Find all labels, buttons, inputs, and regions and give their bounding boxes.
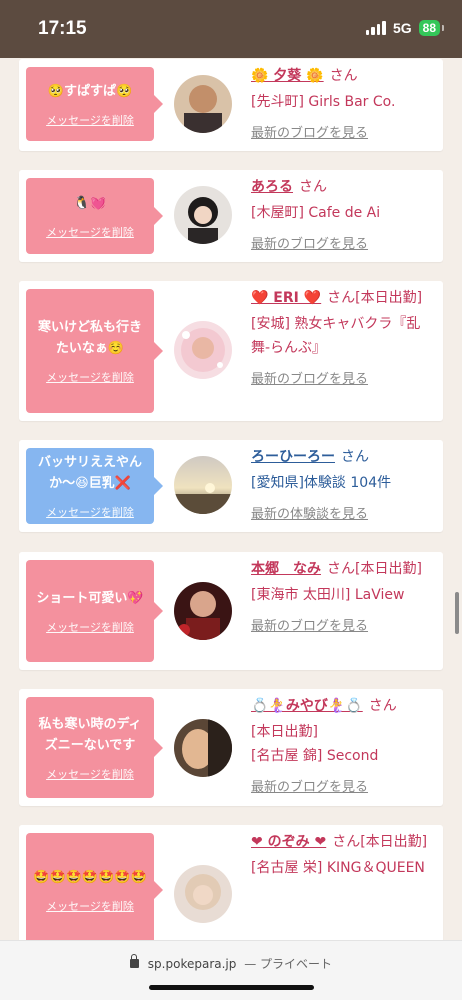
profile-name[interactable]: 💍🧜‍♀️みやび🧜‍♀️💍 xyxy=(251,698,363,714)
message-bubble: 🤩🤩🤩🤩🤩🤩🤩 メッセージを削除 xyxy=(26,833,163,940)
message-text: 寒いけど私も行きたいなぁ☺️ xyxy=(37,320,142,356)
profile-info: ❤ のぞみ ❤ さん[本日出勤] [名古屋 栄] KING＆QUEEN xyxy=(251,829,437,880)
profile-name[interactable]: ❤ のぞみ ❤ xyxy=(251,834,326,850)
message-card: ショート可愛い💖 メッセージを削除 本郷 なみ さん[本日出勤] [東海市 太田川… xyxy=(19,552,443,670)
message-card: 寒いけど私も行きたいなぁ☺️ メッセージを削除 ❤️ ERI ❤️ さん[本日出勤… xyxy=(19,281,443,421)
latest-blog-link[interactable]: 最新のブログを見る xyxy=(251,122,368,141)
profile-name[interactable]: 🌼 夕葵 🌼 xyxy=(251,68,324,84)
shop-name[interactable]: [東海市 太田川] LaView xyxy=(251,583,437,607)
latest-blog-link[interactable]: 最新のブログを見る xyxy=(251,776,368,795)
browser-url-bar[interactable]: sp.pokepara.jp — プライベート xyxy=(0,940,462,1000)
delete-message-link[interactable]: メッセージを削除 xyxy=(46,898,134,914)
message-bubble: 寒いけど私も行きたいなぁ☺️ メッセージを削除 xyxy=(26,289,163,413)
message-card: 🐧💓 メッセージを削除 あろる さん [木屋町] Cafe de Ai 最新のブロ… xyxy=(19,170,443,262)
message-bubble: ショート可愛い💖 メッセージを削除 xyxy=(26,560,163,662)
private-mode-label: — プライベート xyxy=(244,957,333,971)
message-bubble: 🐧💓 メッセージを削除 xyxy=(26,178,163,254)
delete-message-link[interactable]: メッセージを削除 xyxy=(46,504,134,520)
delete-message-link[interactable]: メッセージを削除 xyxy=(46,112,134,128)
message-text: バッサリええやんか〜😆巨乳❌ xyxy=(37,455,142,491)
profile-info: ❤️ ERI ❤️ さん[本日出勤] [安城] 熟女キャバクラ『乱舞-らんぶ』 最… xyxy=(251,285,437,387)
message-card: 🤩🤩🤩🤩🤩🤩🤩 メッセージを削除 ❤ のぞみ ❤ さん[本日出勤] [名古屋 栄]… xyxy=(19,825,443,940)
profile-name[interactable]: あろる xyxy=(251,179,293,195)
latest-blog-link[interactable]: 最新のブログを見る xyxy=(251,615,368,634)
san-label: さん xyxy=(332,834,361,850)
san-label: さん xyxy=(299,179,327,195)
working-today-badge: [本日出勤] xyxy=(360,834,428,850)
message-bubble: 私も寒い時のディズニーないです メッセージを削除 xyxy=(26,697,163,798)
working-today-badge: [本日出勤] xyxy=(355,561,422,577)
latest-experience-link[interactable]: 最新の体験談を見る xyxy=(251,503,368,522)
message-card: 私も寒い時のディズニーないです メッセージを削除 💍🧜‍♀️みやび🧜‍♀️💍 さん… xyxy=(19,689,443,806)
shop-name[interactable]: [愛知県]体験談 104件 xyxy=(251,471,437,495)
status-time: 17:15 xyxy=(38,18,87,39)
profile-info: 本郷 なみ さん[本日出勤] [東海市 太田川] LaView 最新のブログを見る xyxy=(251,556,437,634)
profile-name[interactable]: 本郷 なみ xyxy=(251,561,321,577)
message-text: 🥺すぱすぱ🥺 xyxy=(47,83,133,99)
avatar[interactable] xyxy=(174,582,232,640)
avatar[interactable] xyxy=(174,186,232,244)
home-indicator[interactable] xyxy=(149,985,314,990)
latest-blog-link[interactable]: 最新のブログを見る xyxy=(251,233,368,252)
san-label: さん xyxy=(327,290,356,306)
avatar[interactable] xyxy=(174,321,232,379)
battery-icon: 88 xyxy=(418,20,445,36)
profile-info: ろーひーろー さん [愛知県]体験談 104件 最新の体験談を見る xyxy=(251,444,437,522)
san-label: さん xyxy=(327,561,355,577)
status-icons: 5G 88 xyxy=(365,20,445,36)
san-label: さん xyxy=(368,698,397,714)
status-bar: 17:15 5G 88 xyxy=(0,0,462,58)
latest-blog-link[interactable]: 最新のブログを見る xyxy=(251,368,368,387)
url-text: sp.pokepara.jp xyxy=(147,957,237,971)
message-bubble: バッサリええやんか〜😆巨乳❌ メッセージを削除 xyxy=(26,448,163,524)
delete-message-link[interactable]: メッセージを削除 xyxy=(46,369,134,385)
avatar[interactable] xyxy=(174,75,232,133)
delete-message-link[interactable]: メッセージを削除 xyxy=(46,224,134,240)
shop-name[interactable]: [名古屋 錦] Second xyxy=(251,744,437,768)
san-label: さん xyxy=(329,68,358,84)
avatar[interactable] xyxy=(174,865,232,923)
san-label: さん xyxy=(341,449,369,465)
message-card: バッサリええやんか〜😆巨乳❌ メッセージを削除 ろーひーろー さん [愛知県]体験… xyxy=(19,440,443,532)
profile-info: 🌼 夕葵 🌼 さん [先斗町] Girls Bar Co. 最新のブログを見る xyxy=(251,63,437,141)
working-today-badge: [本日出勤] xyxy=(251,724,318,740)
avatar[interactable] xyxy=(174,456,232,514)
shop-name[interactable]: [安城] 熟女キャバクラ『乱舞-らんぶ』 xyxy=(251,312,437,360)
message-text: 🤩🤩🤩🤩🤩🤩🤩 xyxy=(33,869,147,885)
signal-icon xyxy=(365,21,386,35)
shop-name[interactable]: [先斗町] Girls Bar Co. xyxy=(251,90,437,114)
shop-name[interactable]: [木屋町] Cafe de Ai xyxy=(251,201,437,225)
message-bubble: 🥺すぱすぱ🥺 メッセージを削除 xyxy=(26,67,163,141)
message-list[interactable]: 🥺すぱすぱ🥺 メッセージを削除 🌼 夕葵 🌼 さん [先斗町] Girls Bar… xyxy=(0,58,462,940)
lock-icon xyxy=(129,954,139,968)
profile-info: あろる さん [木屋町] Cafe de Ai 最新のブログを見る xyxy=(251,174,437,252)
scrollbar[interactable] xyxy=(455,592,459,634)
profile-name[interactable]: ❤️ ERI ❤️ xyxy=(251,290,321,306)
message-text: 私も寒い時のディズニーないです xyxy=(38,716,142,753)
network-type: 5G xyxy=(392,20,412,36)
profile-info: 💍🧜‍♀️みやび🧜‍♀️💍 さん [本日出勤] [名古屋 錦] Second 最新… xyxy=(251,693,437,795)
message-text: ショート可愛い💖 xyxy=(36,590,144,606)
delete-message-link[interactable]: メッセージを削除 xyxy=(46,766,134,782)
working-today-badge: [本日出勤] xyxy=(355,290,423,306)
message-text: 🐧💓 xyxy=(73,195,107,211)
shop-name[interactable]: [名古屋 栄] KING＆QUEEN xyxy=(251,856,437,880)
profile-name[interactable]: ろーひーろー xyxy=(251,449,335,465)
delete-message-link[interactable]: メッセージを削除 xyxy=(46,619,134,635)
message-card: 🥺すぱすぱ🥺 メッセージを削除 🌼 夕葵 🌼 さん [先斗町] Girls Bar… xyxy=(19,59,443,151)
avatar[interactable] xyxy=(174,719,232,777)
